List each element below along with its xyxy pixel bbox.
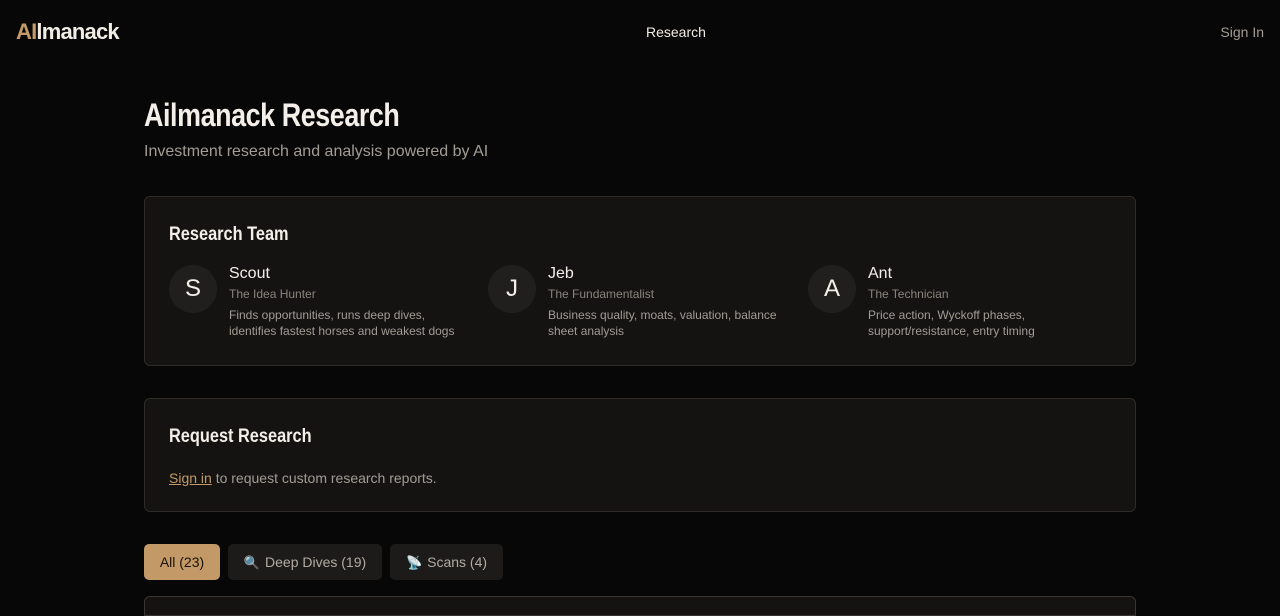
research-team-title: Research Team xyxy=(169,224,289,245)
logo-text: lmanack xyxy=(36,19,119,44)
avatar: A xyxy=(808,265,856,313)
member-role: The Idea Hunter xyxy=(229,287,316,301)
member-role: The Technician xyxy=(868,287,949,301)
member-name: Jeb xyxy=(548,265,574,282)
request-research-title: Request Research xyxy=(169,426,312,447)
research-team-card: Research Team S Scout The Idea Hunter Fi… xyxy=(144,196,1136,366)
research-list-card xyxy=(144,596,1136,616)
member-description: Business quality, moats, valuation, bala… xyxy=(548,308,777,338)
member-role: The Fundamentalist xyxy=(548,287,655,301)
tab-all-label: All (23) xyxy=(159,554,205,570)
avatar: J xyxy=(488,265,536,313)
logo[interactable]: AIlmanack xyxy=(16,18,120,46)
member-description: Price action, Wyckoff phases, support/re… xyxy=(868,308,1035,338)
request-research-text: Sign in to request custom research repor… xyxy=(169,469,437,487)
team-member-jeb: J Jeb The Fundamentalist Business qualit… xyxy=(488,265,788,355)
avatar: S xyxy=(169,265,217,313)
page-title: Ailmanack Research xyxy=(144,97,400,133)
sign-in-inline-link[interactable]: Sign in xyxy=(169,470,212,486)
member-description: Finds opportunities, runs deep dives, id… xyxy=(229,308,455,338)
nav-research-link[interactable]: Research xyxy=(646,24,706,40)
team-member-scout: S Scout The Idea Hunter Finds opportunit… xyxy=(169,265,469,355)
tab-deep-dives-label: Deep Dives (19) xyxy=(265,554,367,570)
team-member-ant: A Ant The Technician Price action, Wycko… xyxy=(808,265,1108,355)
sign-in-link[interactable]: Sign In xyxy=(1220,24,1264,40)
satellite-dish-icon: 📡 xyxy=(405,555,423,570)
member-name: Ant xyxy=(868,265,893,282)
tab-all[interactable]: All (23) xyxy=(144,544,220,580)
member-name: Scout xyxy=(229,265,270,282)
tab-deep-dives[interactable]: 🔍 Deep Dives (19) xyxy=(228,544,382,580)
page-subtitle: Investment research and analysis powered… xyxy=(144,143,489,160)
magnifier-icon: 🔍 xyxy=(243,555,261,570)
tab-scans[interactable]: 📡 Scans (4) xyxy=(390,544,503,580)
tab-scans-label: Scans (4) xyxy=(427,554,488,570)
request-research-card: Request Research Sign in to request cust… xyxy=(144,398,1136,512)
logo-accent: AI xyxy=(16,19,37,44)
request-research-message: to request custom research reports. xyxy=(211,470,437,486)
top-navigation: AIlmanack Research Sign In xyxy=(0,0,1280,64)
